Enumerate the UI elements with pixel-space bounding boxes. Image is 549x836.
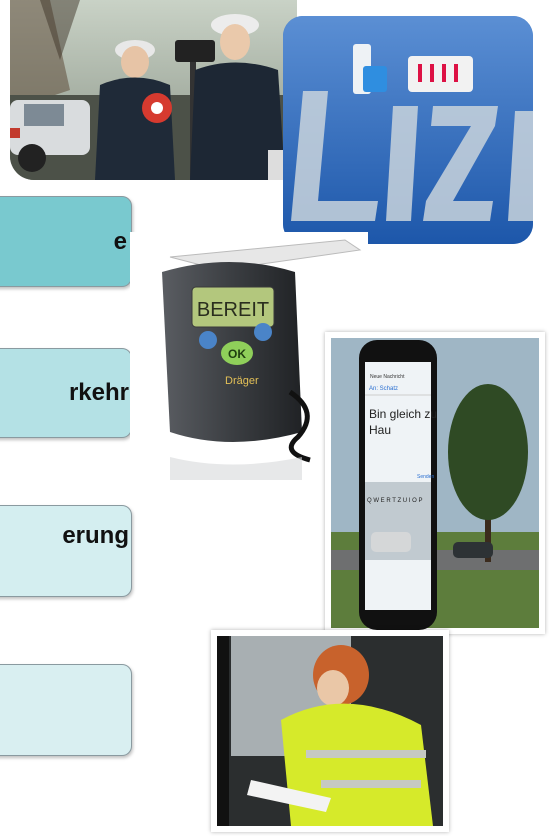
phone-to-label: An: Schatz xyxy=(369,386,398,392)
police-car-roof-photo xyxy=(283,16,533,244)
driver-scene-illustration xyxy=(217,636,443,826)
topic-box-3: erung xyxy=(0,505,132,597)
breathalyzer-display-text: BEREIT xyxy=(197,299,269,321)
drug-test-illustration xyxy=(283,16,533,244)
police-scene-illustration xyxy=(10,0,297,180)
topic-box-4 xyxy=(0,664,132,756)
phone-keyboard-row-1: Q W E R T Z U I O P xyxy=(367,498,422,504)
police-speed-check-photo xyxy=(10,0,297,180)
phone-scene-illustration: Neue Nachricht An: Schatz Bin gleich zu … xyxy=(331,338,539,630)
phone-header-title: Neue Nachricht xyxy=(370,374,405,380)
phone-message-line-1: Bin gleich zu xyxy=(369,407,437,421)
breathalyzer-brand: Dräger xyxy=(225,375,259,387)
slide: e rkehr erung BEREIT OK Dräger Neue Nach… xyxy=(0,0,549,836)
topic-box-1-label: e xyxy=(113,227,127,255)
phone-send-label: Senden xyxy=(417,474,434,480)
topic-box-2-label: rkehr xyxy=(68,379,129,406)
phone-message-line-2: Hau xyxy=(369,423,391,437)
phone-distraction-photo: Neue Nachricht An: Schatz Bin gleich zu … xyxy=(325,332,545,634)
topic-box-1: e xyxy=(0,196,132,287)
breathalyzer-ok-label: OK xyxy=(228,347,246,361)
driver-document-photo xyxy=(211,630,449,832)
topic-box-2: rkehr xyxy=(0,348,132,438)
topic-box-3-label: erung xyxy=(62,522,129,549)
